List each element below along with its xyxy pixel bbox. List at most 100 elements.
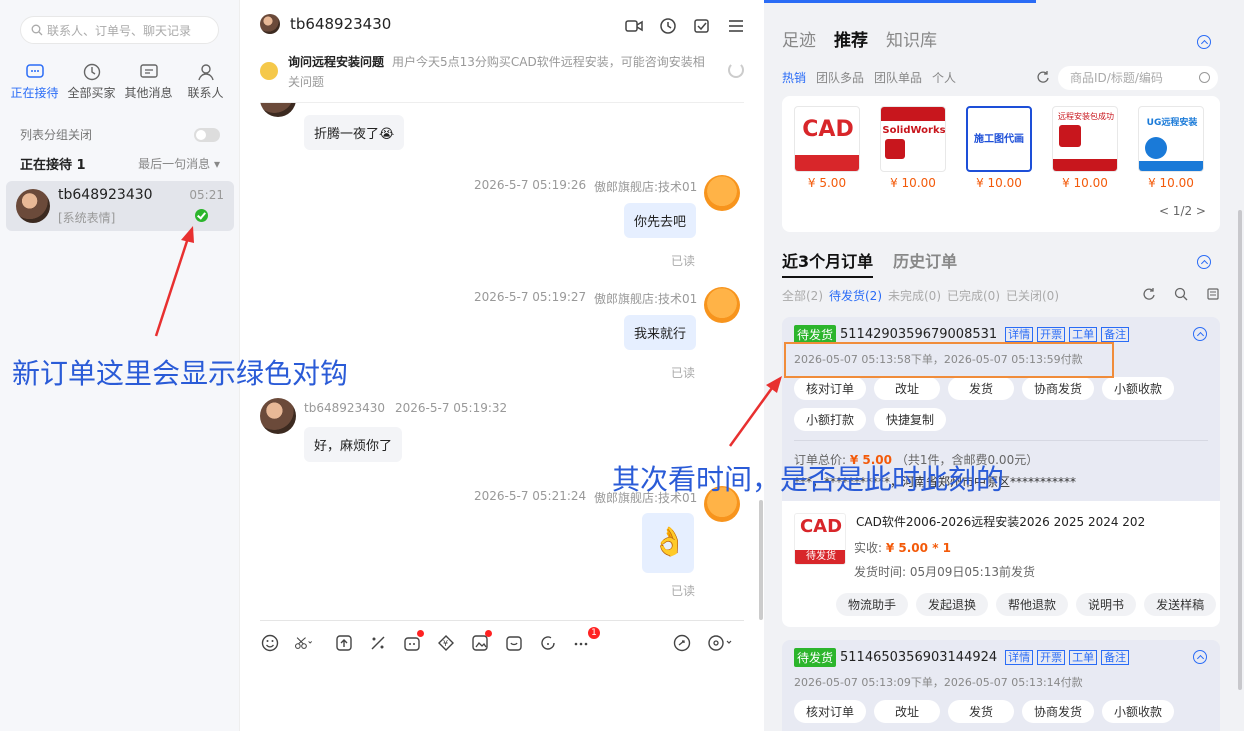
nav-tab-other-messages[interactable]: 其他消息 xyxy=(120,62,177,101)
refresh-icon[interactable] xyxy=(728,62,744,78)
smile-quick-reply-icon[interactable] xyxy=(538,633,558,653)
filter-all[interactable]: 全部(2) xyxy=(782,287,823,304)
sort-dropdown[interactable]: 最后一句消息 ▾ xyxy=(138,155,220,172)
search-placeholder: 联系人、订单号、聊天记录 xyxy=(47,23,192,38)
chat-scrollbar[interactable] xyxy=(759,500,763,620)
nav-tab-all-buyers[interactable]: 全部买家 xyxy=(63,62,120,101)
order-invoice-link[interactable]: 开票 xyxy=(1037,650,1066,665)
panel-scrollbar[interactable] xyxy=(1238,210,1242,690)
ship-button[interactable]: 发货 xyxy=(948,700,1015,723)
product-image: CAD xyxy=(794,106,860,172)
order-ticket-link[interactable]: 工单 xyxy=(1069,650,1098,665)
nav-tab-contacts[interactable]: 联系人 xyxy=(177,62,234,101)
order-invoice-link[interactable]: 开票 xyxy=(1037,327,1066,342)
collapse-icon[interactable] xyxy=(1197,35,1211,49)
contact-search-input[interactable]: 联系人、订单号、聊天记录 xyxy=(20,16,219,44)
group-toggle[interactable] xyxy=(194,127,220,142)
task-check-icon[interactable] xyxy=(692,16,712,36)
emoji-icon[interactable] xyxy=(260,633,280,653)
small-collect-button[interactable]: 小额收款 xyxy=(1102,377,1175,400)
nav-tab-label: 正在接待 xyxy=(10,86,59,100)
more-icon[interactable]: 1 xyxy=(572,626,600,653)
order-ticket-link[interactable]: 工单 xyxy=(1069,327,1098,342)
search-icon[interactable] xyxy=(1174,287,1188,301)
video-icon[interactable] xyxy=(624,16,644,36)
filter-closed[interactable]: 已关闭(0) xyxy=(1006,287,1059,304)
subtab-team-multi[interactable]: 团队多品 xyxy=(816,69,864,86)
service-settings-icon[interactable] xyxy=(706,633,734,653)
tab-knowledge[interactable]: 知识库 xyxy=(886,26,937,51)
product-card[interactable]: SolidWorks ¥ 10.00 xyxy=(880,106,946,190)
notification-dot xyxy=(417,629,424,637)
product-card[interactable]: 施工图代画 ¥ 10.00 xyxy=(966,106,1032,190)
product-image-text: UG远程安装 xyxy=(1146,118,1198,128)
refresh-icon[interactable] xyxy=(1036,70,1050,84)
image-icon[interactable] xyxy=(470,629,492,653)
refund-button[interactable]: 帮他退款 xyxy=(996,593,1069,616)
send-sample-button[interactable]: 发送样稿 xyxy=(1144,593,1217,616)
filter-to-ship[interactable]: 待发货(2) xyxy=(829,287,882,304)
subtab-hot[interactable]: 热销 xyxy=(782,69,806,86)
list-icon[interactable] xyxy=(1206,287,1220,301)
small-pay-button[interactable]: 小额打款 xyxy=(794,408,867,431)
verify-order-button[interactable]: 核对订单 xyxy=(794,700,867,723)
tab-history-orders[interactable]: 历史订单 xyxy=(893,248,957,272)
order-detail-link[interactable]: 详情 xyxy=(1005,650,1034,665)
annotation-left-note: 新订单这里会显示绿色对钩 xyxy=(12,357,349,390)
ship-button[interactable]: 发货 xyxy=(948,377,1015,400)
product-search-input[interactable]: 商品ID/标题/编码 xyxy=(1058,66,1218,90)
change-address-button[interactable]: 改址 xyxy=(874,377,941,400)
product-card[interactable]: 远程安装包成功 ¥ 10.00 xyxy=(1052,106,1118,190)
order-note-link[interactable]: 备注 xyxy=(1101,327,1130,342)
collapse-icon[interactable] xyxy=(1193,327,1207,341)
change-address-button[interactable]: 改址 xyxy=(874,700,941,723)
info-tabs: 足迹 推荐 知识库 xyxy=(782,26,937,51)
nav-tab-receiving[interactable]: 正在接待 xyxy=(6,62,63,101)
subtab-team-single[interactable]: 团队单品 xyxy=(874,69,922,86)
product-title[interactable]: CAD软件2006-2026远程安装2026 2025 2024 2023 ..… xyxy=(856,513,1146,530)
manual-button[interactable]: 说明书 xyxy=(1076,593,1137,616)
coupon-icon[interactable]: ¥ xyxy=(436,633,456,653)
product-card[interactable]: CAD ¥ 5.00 xyxy=(794,106,860,190)
collapse-icon[interactable] xyxy=(1197,255,1211,269)
refresh-icon[interactable] xyxy=(1142,287,1156,301)
negotiate-ship-button[interactable]: 协商发货 xyxy=(1022,700,1095,723)
small-collect-button[interactable]: 小额收款 xyxy=(1102,700,1175,723)
paid-label: 实收: xyxy=(854,541,883,555)
avatar xyxy=(16,189,50,223)
robot-icon[interactable] xyxy=(402,629,424,653)
collapse-icon[interactable] xyxy=(1193,650,1207,664)
nav-tab-label: 其他消息 xyxy=(124,86,173,100)
upload-icon[interactable] xyxy=(334,633,354,653)
product-image: 远程安装包成功 xyxy=(1052,106,1118,172)
order-id[interactable]: 5114650356903144924 xyxy=(840,650,997,665)
share-icon[interactable] xyxy=(672,633,692,653)
verify-order-button[interactable]: 核对订单 xyxy=(794,377,867,400)
logistics-button[interactable]: 物流助手 xyxy=(836,593,909,616)
tab-footprint[interactable]: 足迹 xyxy=(782,26,816,51)
product-pager[interactable]: < 1/2 > xyxy=(1159,204,1206,218)
negotiate-ship-button[interactable]: 协商发货 xyxy=(1022,377,1095,400)
scissors-icon[interactable] xyxy=(294,633,320,653)
filter-completed[interactable]: 已完成(0) xyxy=(947,287,1000,304)
history-icon[interactable] xyxy=(658,16,678,36)
return-button[interactable]: 发起退换 xyxy=(916,593,989,616)
toolbar-right xyxy=(672,633,734,653)
tab-recommend[interactable]: 推荐 xyxy=(834,26,868,51)
session-item[interactable]: tb648923430 [系统表情] 05:21 xyxy=(6,181,234,231)
order-detail-link[interactable]: 详情 xyxy=(1005,327,1034,342)
person-icon xyxy=(197,64,214,81)
quick-copy-button[interactable]: 快捷复制 xyxy=(874,408,947,431)
menu-icon[interactable] xyxy=(726,16,746,36)
product-card[interactable]: UG远程安装 ¥ 10.00 xyxy=(1138,106,1204,190)
product-image-status: 待发货 xyxy=(795,550,845,564)
receiving-header: 正在接待 1 最后一句消息 ▾ xyxy=(20,154,220,173)
order-note-link[interactable]: 备注 xyxy=(1101,650,1130,665)
product-icon[interactable] xyxy=(504,633,524,653)
tab-recent-orders[interactable]: 近3个月订单 xyxy=(782,248,874,278)
subtab-personal[interactable]: 个人 xyxy=(932,69,956,86)
filter-unfinished[interactable]: 未完成(0) xyxy=(888,287,941,304)
order-id[interactable]: 5114290359679008531 xyxy=(840,327,997,342)
notice-text: 询问远程安装问题 用户今天5点13分购买CAD软件远程安装，可能咨询安装相关问题 xyxy=(288,52,708,92)
discount-icon[interactable] xyxy=(368,633,388,653)
